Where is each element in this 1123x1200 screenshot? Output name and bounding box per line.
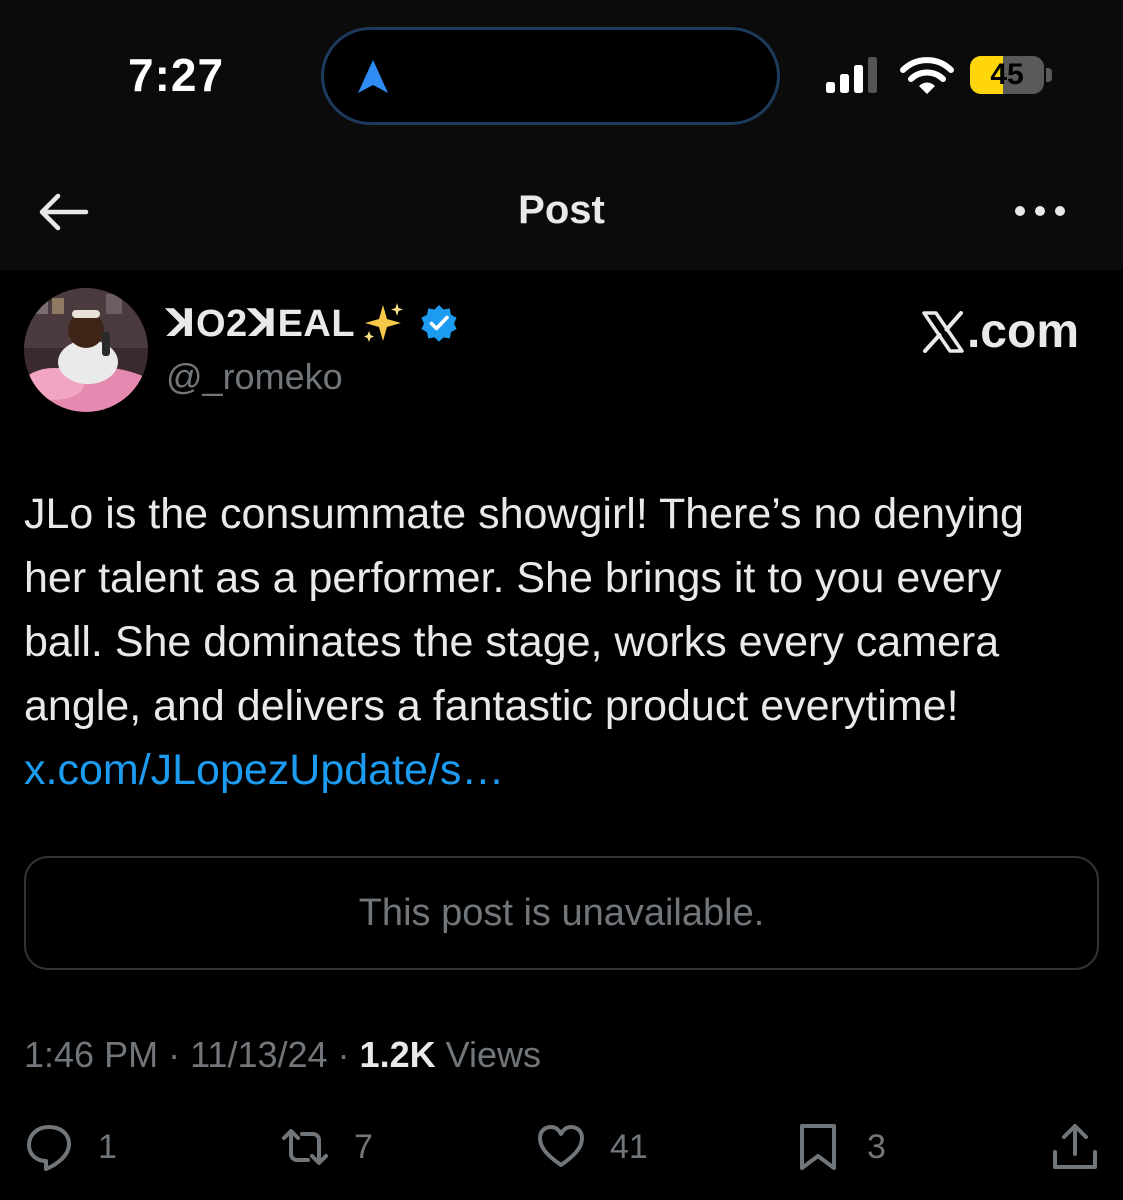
- repost-icon: [282, 1129, 328, 1165]
- post-text: JLo is the consummate showgirl! There’s …: [24, 482, 1084, 802]
- battery-icon: 45: [970, 56, 1054, 96]
- navigation-arrow-icon: [358, 60, 388, 93]
- avatar[interactable]: [24, 288, 148, 412]
- brand-text: .com: [966, 305, 1079, 358]
- battery-level: 45: [990, 58, 1024, 91]
- share-icon: [1053, 1124, 1097, 1169]
- verified-badge-icon[interactable]: [419, 303, 459, 343]
- post-date[interactable]: 11/13/24: [190, 1034, 327, 1075]
- post-link[interactable]: x.com/JLopezUpdate/s…: [24, 746, 504, 794]
- heart-icon: [538, 1125, 584, 1167]
- sparkles-icon: [364, 303, 404, 342]
- reply-icon: [27, 1125, 71, 1171]
- repost-button[interactable]: 7: [280, 1120, 373, 1174]
- like-button[interactable]: 41: [536, 1120, 648, 1174]
- bookmark-button[interactable]: 3: [793, 1120, 886, 1174]
- wifi-icon: [900, 57, 954, 94]
- repost-count: 7: [354, 1127, 373, 1166]
- post-meta: 1:46 PM · 11/13/24 · 1.2K Views: [24, 1034, 541, 1076]
- x-logo-icon: [922, 310, 964, 353]
- author-handle[interactable]: @_romeko: [166, 356, 343, 398]
- quoted-post-card[interactable]: This post is unavailable.: [24, 856, 1099, 970]
- views-label: Views: [445, 1034, 541, 1075]
- display-name[interactable]: ꓘO2ꓘEAL: [166, 301, 355, 346]
- x-com-watermark: .com: [921, 304, 1079, 359]
- page-title: Post: [518, 188, 605, 232]
- bookmark-icon: [800, 1124, 836, 1170]
- cellular-signal-icon: [826, 57, 877, 93]
- reply-button[interactable]: 1: [24, 1120, 117, 1174]
- reply-count: 1: [98, 1127, 117, 1166]
- post-time[interactable]: 1:46 PM: [24, 1034, 158, 1075]
- more-options-icon[interactable]: [1012, 200, 1068, 222]
- avatar-image: [24, 288, 148, 412]
- bookmark-count: 3: [867, 1127, 886, 1166]
- unavailable-message: This post is unavailable.: [358, 891, 765, 934]
- views-count: 1.2K: [359, 1034, 436, 1075]
- share-button[interactable]: [1050, 1120, 1100, 1174]
- post-body: JLo is the consummate showgirl! There’s …: [24, 490, 1024, 730]
- meta-separator: ·: [327, 1034, 360, 1075]
- author-name-row[interactable]: ꓘO2ꓘEAL: [166, 300, 459, 346]
- status-time: 7:27: [128, 49, 225, 101]
- meta-separator: ·: [158, 1034, 191, 1075]
- like-count: 41: [610, 1127, 648, 1166]
